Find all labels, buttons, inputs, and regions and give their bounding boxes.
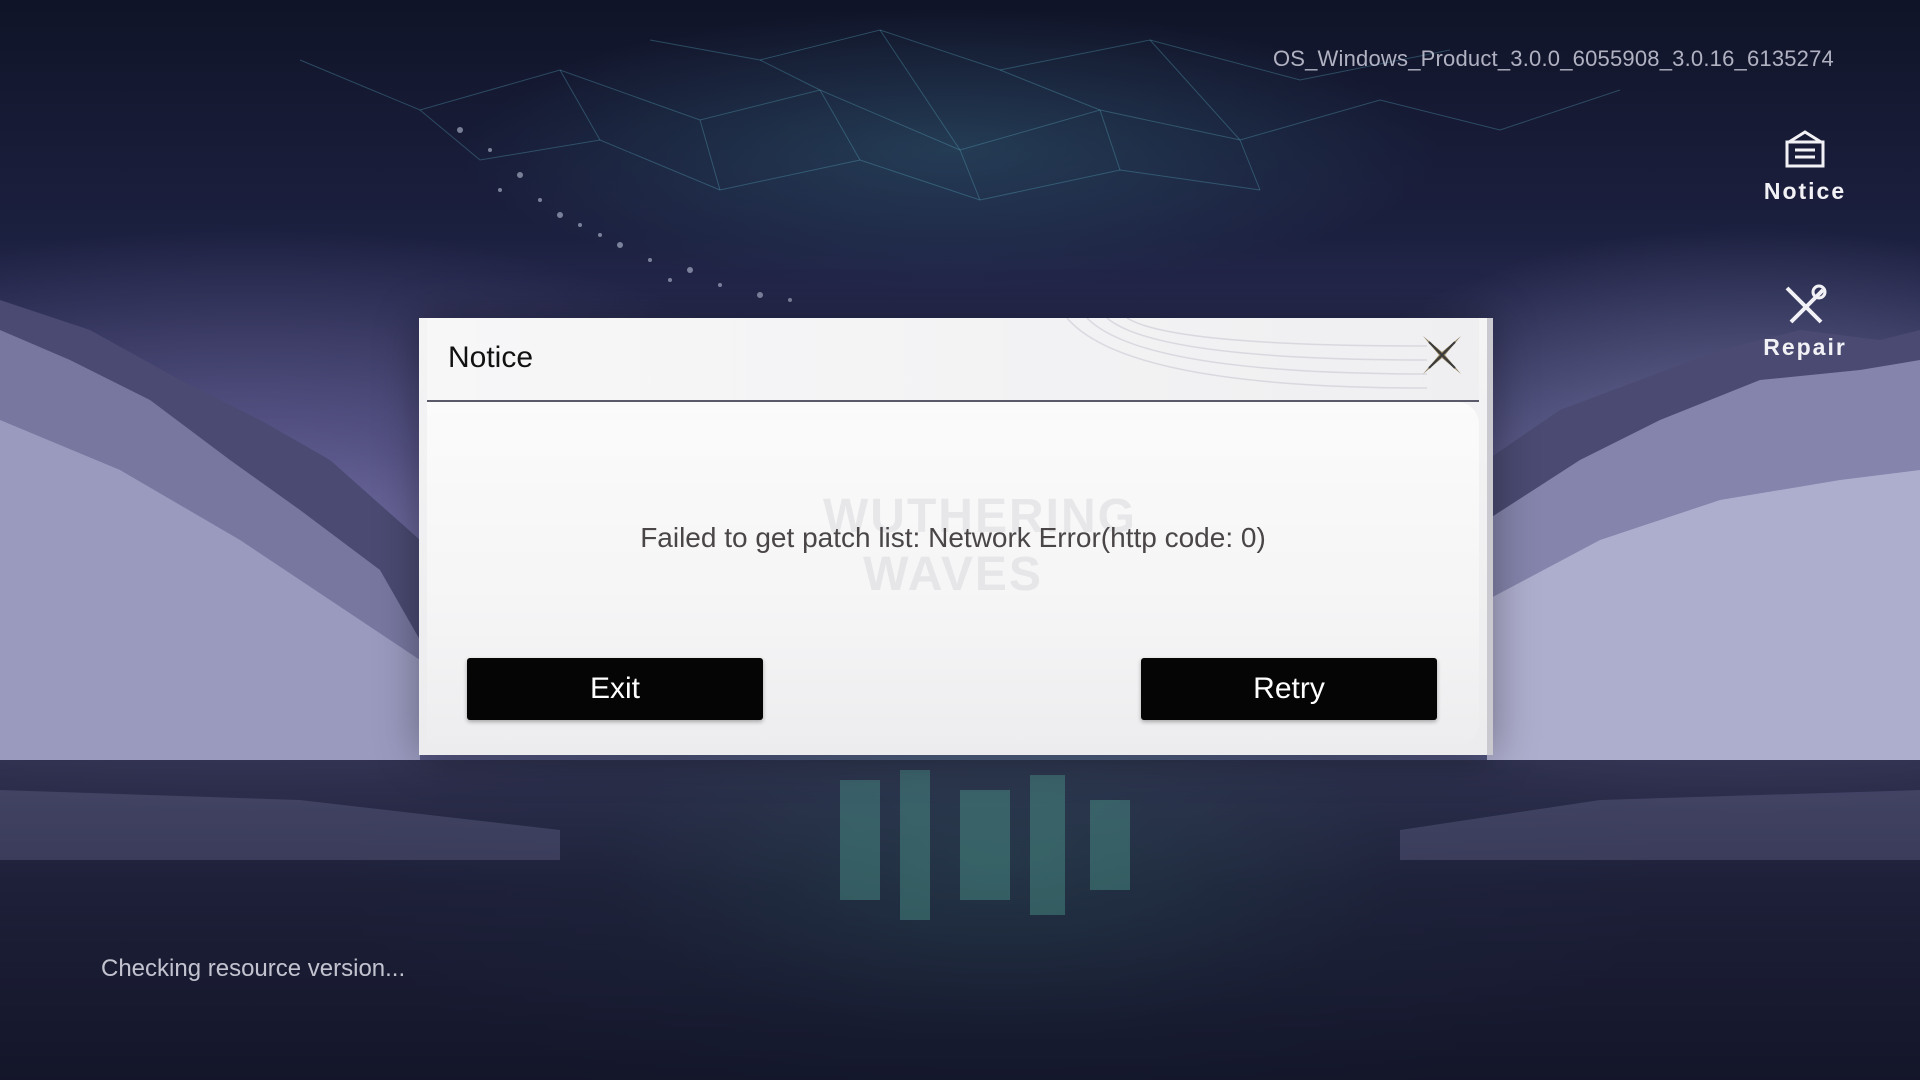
status-text: Checking resource version... <box>101 955 406 982</box>
notice-side-label: Notice <box>1763 178 1847 204</box>
dialog-body: WUTHERING WAVES Failed to get patch list… <box>427 402 1479 745</box>
build-version-text: OS_Windows_Product_3.0.0_6055908_3.0.16_… <box>1272 46 1834 71</box>
notice-box-icon <box>1785 130 1825 168</box>
repair-side-button[interactable]: Repair <box>1750 282 1860 361</box>
close-x-icon <box>1423 336 1461 374</box>
header-decoration <box>1066 318 1427 389</box>
notice-side-button[interactable]: Notice <box>1750 126 1860 205</box>
watermark-line: WAVES <box>863 548 1043 601</box>
wrench-screwdriver-icon <box>1785 284 1827 324</box>
dialog-title: Notice <box>448 341 534 374</box>
repair-side-label: Repair <box>1763 334 1847 360</box>
dialog-header: Notice <box>427 318 1479 402</box>
retry-button[interactable]: Retry <box>1141 658 1437 720</box>
launcher-screen: OS_Windows_Product_3.0.0_6055908_3.0.16_… <box>0 0 1920 1080</box>
exit-button[interactable]: Exit <box>467 658 763 720</box>
notice-dialog: Notice WUTHERING WAVES Failed to get pat… <box>419 318 1493 755</box>
close-button[interactable] <box>1417 330 1467 380</box>
error-message: Failed to get patch list: Network Error(… <box>640 522 1266 553</box>
